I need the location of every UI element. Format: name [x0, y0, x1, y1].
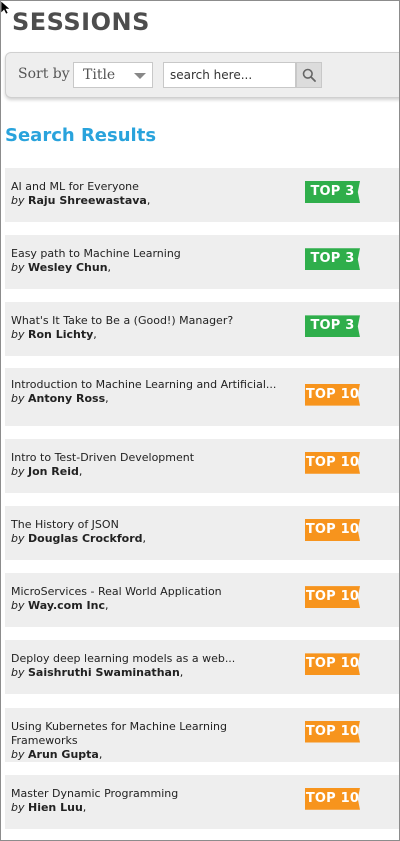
session-title[interactable]: Intro to Test-Driven Development: [11, 451, 281, 465]
search-results-heading: Search Results: [5, 125, 157, 146]
search-icon: [302, 68, 316, 82]
page-title: SESSIONS: [12, 8, 150, 36]
app-frame: SESSIONS Sort by : Title Search Results …: [0, 0, 400, 841]
speaker-separator: ,: [105, 391, 109, 405]
by-label: by: [11, 261, 25, 275]
speaker-name[interactable]: Saishruthi Swaminathan: [28, 666, 180, 679]
speaker-name[interactable]: Ron Lichty: [28, 328, 93, 341]
arrow-cursor-icon: [1, 1, 11, 15]
session-speaker-line: by Arun Gupta,: [11, 748, 281, 762]
session-row[interactable]: Using Kubernetes for Machine Learning Fr…: [5, 707, 399, 762]
session-row[interactable]: MicroServices - Real World Application by…: [5, 573, 399, 628]
session-row[interactable]: AI and ML for Everyone by Raju Shreewasta…: [5, 168, 399, 222]
session-info: Intro to Test-Driven Development by Jon R…: [11, 451, 281, 479]
session-speaker-line: by Douglas Crockford,: [11, 532, 281, 546]
rank-badge: TOP 3: [305, 315, 360, 338]
rank-badge: TOP 10: [305, 451, 360, 474]
session-row[interactable]: The History of JSON by Douglas Crockford,…: [5, 505, 399, 560]
speaker-separator: ,: [93, 328, 97, 342]
session-speaker-line: by Hien Luu,: [11, 801, 281, 815]
session-results-list: AI and ML for Everyone by Raju Shreewasta…: [5, 168, 399, 840]
speaker-name[interactable]: Jon Reid: [28, 465, 79, 478]
speaker-name[interactable]: Wesley Chun: [28, 261, 108, 274]
sort-label: Sort by :: [18, 66, 79, 82]
by-label: by: [11, 531, 25, 545]
session-title[interactable]: Easy path to Machine Learning: [11, 247, 281, 261]
by-label: by: [11, 391, 25, 405]
session-row[interactable]: Easy path to Machine Learning by Wesley C…: [5, 235, 399, 290]
rank-badge: TOP 10: [305, 518, 360, 541]
session-info: AI and ML for Everyone by Raju Shreewasta…: [11, 180, 281, 208]
session-row[interactable]: Intro to Test-Driven Development by Jon R…: [5, 438, 399, 493]
by-label: by: [11, 328, 25, 342]
session-row[interactable]: Introduction to Machine Learning and Art…: [5, 367, 399, 426]
session-speaker-line: by Wesley Chun,: [11, 261, 281, 275]
by-label: by: [11, 464, 25, 478]
speaker-separator: ,: [78, 464, 83, 478]
speaker-separator: ,: [104, 599, 109, 613]
speaker-name[interactable]: Douglas Crockford: [28, 532, 143, 545]
search-button[interactable]: [296, 62, 322, 88]
speaker-separator: ,: [107, 261, 112, 275]
session-title[interactable]: Using Kubernetes for Machine Learning Fr…: [11, 720, 281, 748]
session-speaker-line: by Raju Shreewastava,: [11, 194, 281, 208]
speaker-separator: ,: [142, 531, 147, 545]
session-info: MicroServices - Real World Application by…: [11, 585, 281, 613]
chevron-down-icon: [134, 73, 146, 79]
by-label: by: [11, 747, 25, 761]
sort-search-toolbar: Sort by : Title: [5, 52, 399, 98]
session-info: The History of JSON by Douglas Crockford,: [11, 518, 281, 546]
speaker-separator: ,: [146, 194, 151, 207]
session-title[interactable]: Introduction to Machine Learning and Art…: [11, 378, 281, 392]
session-title[interactable]: The History of JSON: [11, 518, 281, 532]
speaker-name[interactable]: Way.com Inc: [28, 599, 105, 612]
session-info: Master Dynamic Programming by Hien Luu,: [11, 787, 281, 815]
session-info: Using Kubernetes for Machine Learning Fr…: [11, 720, 281, 762]
session-row[interactable]: Deploy deep learning models as a web... b…: [5, 640, 399, 695]
session-title[interactable]: What's It Take to Be a (Good!) Manager?: [11, 314, 281, 328]
speaker-name[interactable]: Raju Shreewastava: [28, 194, 147, 207]
by-label: by: [11, 599, 25, 613]
speaker-name[interactable]: Arun Gupta: [28, 748, 99, 761]
sort-dropdown[interactable]: Title: [73, 62, 153, 88]
session-speaker-line: by Way.com Inc,: [11, 599, 281, 613]
rank-badge: TOP 10: [305, 383, 360, 406]
speaker-separator: ,: [82, 800, 87, 814]
session-speaker-line: by Antony Ross,: [11, 392, 281, 406]
sort-dropdown-value: Title: [83, 67, 116, 83]
speaker-name[interactable]: Hien Luu: [28, 801, 83, 814]
session-info: Deploy deep learning models as a web... b…: [11, 652, 281, 680]
session-info: What's It Take to Be a (Good!) Manager? b…: [11, 314, 281, 342]
session-title[interactable]: MicroServices - Real World Application: [11, 585, 281, 599]
speaker-separator: ,: [98, 747, 103, 761]
search-input[interactable]: [163, 62, 296, 88]
by-label: by: [11, 800, 25, 814]
session-info: Easy path to Machine Learning by Wesley C…: [11, 247, 281, 275]
rank-badge: TOP 10: [305, 653, 360, 676]
session-title[interactable]: AI and ML for Everyone: [11, 180, 281, 194]
speaker-name[interactable]: Antony Ross: [28, 392, 105, 405]
session-info: Introduction to Machine Learning and Art…: [11, 378, 281, 406]
session-title[interactable]: Master Dynamic Programming: [11, 787, 281, 801]
rank-badge: TOP 3: [305, 181, 360, 203]
rank-badge: TOP 3: [305, 248, 360, 271]
rank-badge: TOP 10: [305, 586, 360, 609]
rank-badge: TOP 10: [305, 720, 360, 743]
session-speaker-line: by Ron Lichty,: [11, 328, 281, 342]
session-title[interactable]: Deploy deep learning models as a web...: [11, 652, 281, 666]
by-label: by: [11, 666, 25, 680]
rank-badge: TOP 10: [305, 787, 360, 810]
session-speaker-line: by Jon Reid,: [11, 465, 281, 479]
session-row[interactable]: What's It Take to Be a (Good!) Manager? b…: [5, 302, 399, 357]
by-label: by: [11, 194, 25, 207]
speaker-separator: ,: [179, 666, 184, 680]
session-row[interactable]: Master Dynamic Programming by Hien Luu, TO…: [5, 774, 399, 829]
session-speaker-line: by Saishruthi Swaminathan,: [11, 666, 281, 680]
